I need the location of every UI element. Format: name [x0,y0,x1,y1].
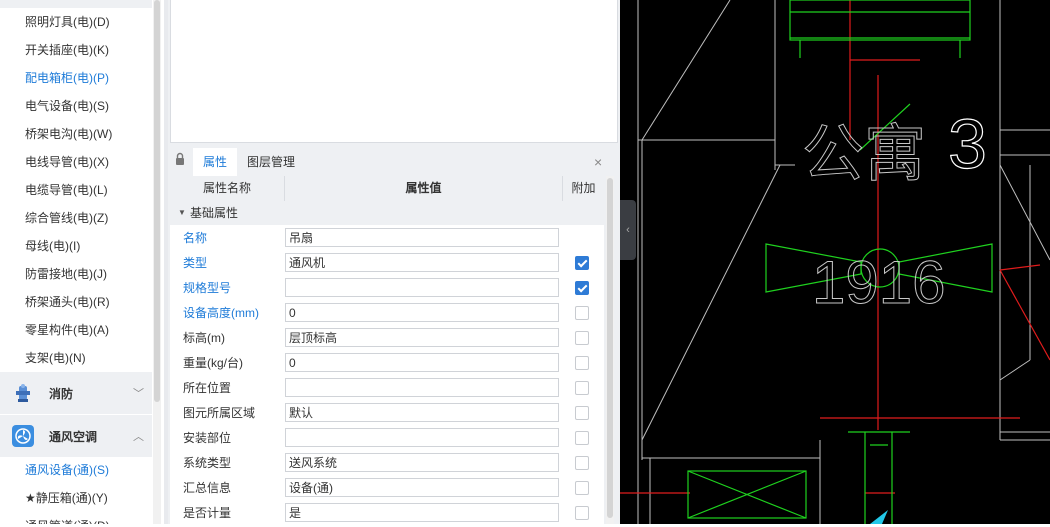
tree-item[interactable]: 电缆导管(电)(L) [25,180,108,200]
cad-drawing[interactable]: 公寓 3 1916 [620,0,1050,524]
property-name: 名称 [183,231,208,245]
property-name: 系统类型 [183,456,232,470]
property-value-field[interactable]: 吊扇 [285,228,559,247]
component-preview [170,0,618,143]
tree-item[interactable]: 开关插座(电)(K) [25,40,109,60]
tree-item[interactable]: 零星构件(电)(A) [25,320,109,340]
property-name: 标高(m) [183,331,225,345]
property-name: 安装部位 [183,431,232,445]
property-value-field[interactable]: 默认 [285,403,559,422]
property-row: 是否计量 是 [170,501,604,526]
attach-checkbox[interactable] [575,406,589,420]
property-table: 属性名称 属性值 附加 ▼ 基础属性 名称 吊扇类型 通风机规格型号设备高度(mm)… [170,176,604,524]
group-label-hvac: 通风空调 [49,430,98,444]
property-row: 所在位置 [170,376,604,401]
cursor-marker [870,510,888,524]
property-value-field[interactable]: 通风机 [285,253,559,272]
property-value-field[interactable]: 送风系统 [285,453,559,472]
property-row: 名称 吊扇 [170,226,604,251]
fire-hydrant-icon [16,384,30,402]
tree-item[interactable]: 桥架通头(电)(R) [25,292,110,312]
property-value-field[interactable] [285,378,559,397]
chevron-up-icon[interactable]: ︿ [133,428,144,444]
cad-drawing-canvas[interactable]: 公寓 3 1916 [620,0,1050,524]
attach-checkbox[interactable] [575,456,589,470]
tree-sub-item[interactable]: ★静压箱(通)(Y) [25,488,108,508]
tree-item[interactable]: 防雷接地(电)(J) [25,264,107,284]
property-scrollbar-thumb[interactable] [607,178,613,518]
property-row: 安装部位 [170,426,604,451]
tab-properties[interactable]: 属性 [193,148,238,176]
property-value-field[interactable] [285,278,559,297]
tree-scrollbar-thumb[interactable] [154,0,160,402]
property-name: 是否计量 [183,506,232,520]
chevron-left-icon[interactable]: ‹ [626,224,630,236]
lock-icon[interactable] [175,152,185,166]
property-value-field[interactable]: 设备(通) [285,478,559,497]
property-name: 类型 [183,256,208,270]
section-title: 基础属性 [190,206,239,220]
property-value-field[interactable]: 0 [285,353,559,372]
section-basic-properties[interactable]: ▼ 基础属性 [170,201,604,225]
tree-item[interactable]: 电线导管(电)(X) [25,152,109,172]
tree-sub-item[interactable]: 通风设备(通)(S) [25,460,109,480]
tree-item[interactable]: 综合管线(电)(Z) [25,208,108,228]
column-header-extra[interactable]: 附加 [563,176,604,201]
tree-item[interactable]: 母线(电)(I) [25,236,80,256]
tree-top-strip [0,0,152,8]
close-icon[interactable]: × [594,154,602,170]
property-value-field[interactable]: 0 [285,303,559,322]
tree-item[interactable]: 电气设备(电)(S) [25,96,109,116]
attach-checkbox[interactable] [575,431,589,445]
property-name: 规格型号 [183,281,232,295]
property-name: 设备高度(mm) [183,306,259,320]
attach-checkbox[interactable] [575,506,589,520]
dimension-text: 1916 [812,249,945,316]
chevron-down-icon[interactable]: ﹀ [133,385,144,401]
property-panel-header: 属性 图层管理 × [168,148,616,176]
property-name: 汇总信息 [183,481,232,495]
property-scrollbar[interactable] [606,176,614,524]
attach-checkbox[interactable] [575,481,589,495]
property-value-field[interactable] [285,428,559,447]
property-value-field[interactable]: 层顶标高 [285,328,559,347]
property-row: 汇总信息 设备(通) [170,476,604,501]
attach-checkbox[interactable] [575,306,589,320]
attach-checkbox[interactable] [575,281,589,295]
tab-layer-management[interactable]: 图层管理 [237,148,305,176]
group-fire-protection[interactable]: 消防 ﹀ [0,372,152,414]
room-label: 公寓 [802,120,926,189]
property-row: 重量(kg/台) 0 [170,351,604,376]
attach-checkbox[interactable] [575,381,589,395]
group-hvac[interactable]: 通风空调 ︿ [0,415,152,457]
tree-item[interactable]: 支架(电)(N) [25,348,86,368]
property-row: 标高(m) 层顶标高 [170,326,604,351]
group-label-fire: 消防 [49,387,74,401]
property-value-field[interactable]: 是 [285,503,559,522]
tree-scrollbar[interactable] [153,0,161,524]
attach-checkbox[interactable] [575,331,589,345]
fan-icon [12,425,34,447]
collapse-panel-handle[interactable]: ‹ [620,200,636,260]
property-name: 所在位置 [183,381,232,395]
property-row: 规格型号 [170,276,604,301]
tree-item[interactable]: 配电箱柜(电)(P) [25,68,109,88]
collapse-arrow-icon[interactable]: ▼ [178,201,186,225]
column-header-name[interactable]: 属性名称 [170,176,285,201]
component-tree: 照明灯具(电)(D) 开关插座(电)(K) 配电箱柜(电)(P) 电气设备(电)(S)… [0,0,164,524]
attach-checkbox[interactable] [575,356,589,370]
column-header-value[interactable]: 属性值 [285,176,563,201]
property-row: 图元所属区域 默认 [170,401,604,426]
property-panel: 属性 图层管理 × 属性名称 属性值 附加 ▼ 基础属性 名称 吊扇类型 通风机规格… [168,0,620,524]
property-row: 设备高度(mm) 0 [170,301,604,326]
tree-sub-item[interactable]: 通风管道(通)(D) [25,516,110,524]
property-name: 重量(kg/台) [183,356,244,370]
tree-item[interactable]: 桥架电沟(电)(W) [25,124,112,144]
property-name: 图元所属区域 [183,406,256,420]
room-number: 3 [948,105,987,183]
tree-item[interactable]: 照明灯具(电)(D) [25,12,110,32]
property-row: 系统类型 送风系统 [170,451,604,476]
property-row: 类型 通风机 [170,251,604,276]
attach-checkbox[interactable] [575,256,589,270]
